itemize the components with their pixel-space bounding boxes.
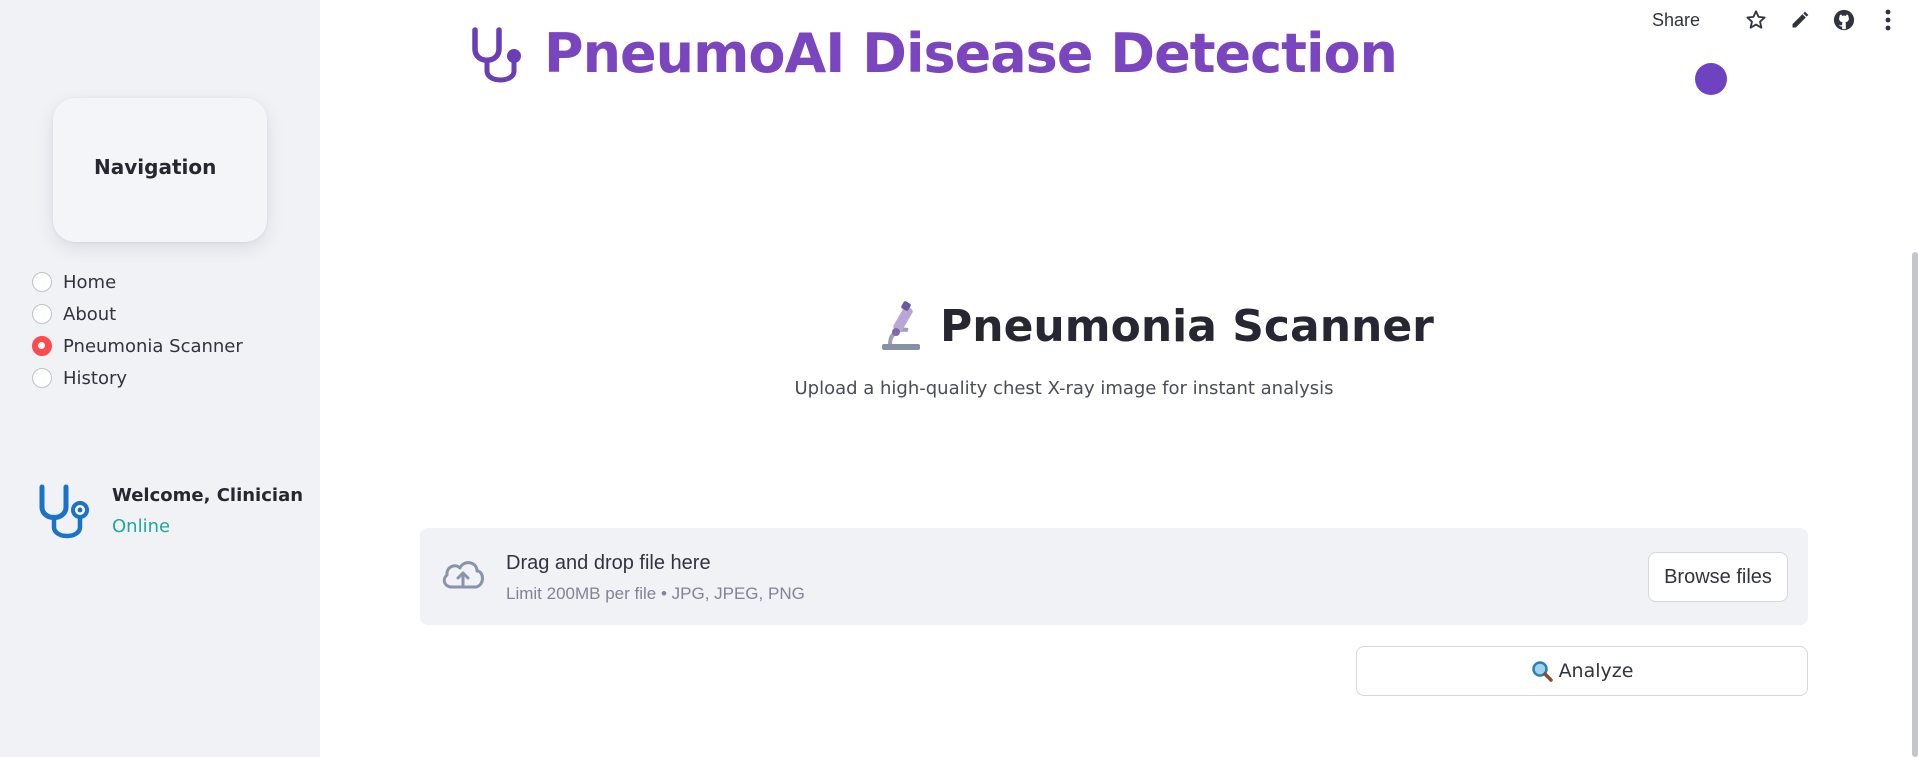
sidebar-item-history[interactable]: History: [32, 362, 243, 394]
sidebar-item-home[interactable]: Home: [32, 266, 243, 298]
more-vertical-icon[interactable]: [1876, 8, 1900, 32]
star-icon[interactable]: [1744, 8, 1768, 32]
status-online: Online: [112, 516, 171, 537]
welcome-name: Welcome, Clinician: [112, 485, 304, 506]
sidebar-item-about[interactable]: About: [32, 298, 243, 330]
page-scrollbar[interactable]: [1912, 252, 1918, 757]
page-title: PneumoAI Disease Detection: [468, 22, 1398, 85]
sidebar: Navigation Home About Pneumonia Scanner …: [0, 0, 320, 757]
navigation-title: Navigation: [94, 155, 217, 179]
microscope-icon: [882, 301, 920, 350]
user-welcome: Welcome, Clinician Online: [36, 483, 303, 541]
cloud-upload-icon: [442, 561, 484, 589]
magnifier-icon: [1531, 661, 1553, 682]
radio-button[interactable]: [32, 304, 52, 324]
sidebar-item-label: History: [63, 367, 128, 389]
browse-files-button[interactable]: Browse files: [1648, 552, 1788, 602]
drop-instructions: Drag and drop file here: [506, 552, 711, 574]
analyze-label: Analyze: [1558, 660, 1634, 682]
top-toolbar: Share: [1652, 8, 1900, 32]
stethoscope-icon: [472, 26, 521, 82]
share-button[interactable]: Share: [1652, 10, 1700, 31]
radio-button[interactable]: [32, 272, 52, 292]
radio-button-selected[interactable]: [32, 336, 52, 356]
scanner-title: Pneumonia Scanner: [940, 300, 1434, 352]
analyze-button[interactable]: Analyze: [1356, 646, 1808, 696]
scanner-subtitle-text: Upload a high-quality chest X-ray image …: [794, 378, 1334, 399]
app-title-text: PneumoAI Disease Detection: [544, 22, 1398, 85]
navigation-radio-group: Home About Pneumonia Scanner History: [32, 266, 243, 394]
radio-button[interactable]: [32, 368, 52, 388]
scanner-subtitle: Upload a high-quality chest X-ray image …: [320, 378, 1918, 399]
app-root: Navigation Home About Pneumonia Scanner …: [0, 0, 1918, 757]
stethoscope-icon: [39, 484, 89, 539]
github-icon[interactable]: [1832, 8, 1856, 32]
sidebar-item-pneumonia-scanner[interactable]: Pneumonia Scanner: [32, 330, 243, 362]
file-limit-text: Limit 200MB per file • JPG, JPEG, PNG: [506, 584, 805, 603]
sidebar-item-label: Home: [63, 271, 117, 293]
navigation-card: Navigation: [53, 98, 267, 242]
file-uploader-dropzone[interactable]: Drag and drop file here Limit 200MB per …: [420, 528, 1808, 625]
status-indicator-dot: [1695, 63, 1727, 95]
sidebar-item-label: About: [63, 303, 117, 325]
edit-pencil-icon[interactable]: [1788, 8, 1812, 32]
sidebar-item-label: Pneumonia Scanner: [63, 335, 243, 357]
scanner-heading: Pneumonia Scanner: [876, 300, 1434, 352]
